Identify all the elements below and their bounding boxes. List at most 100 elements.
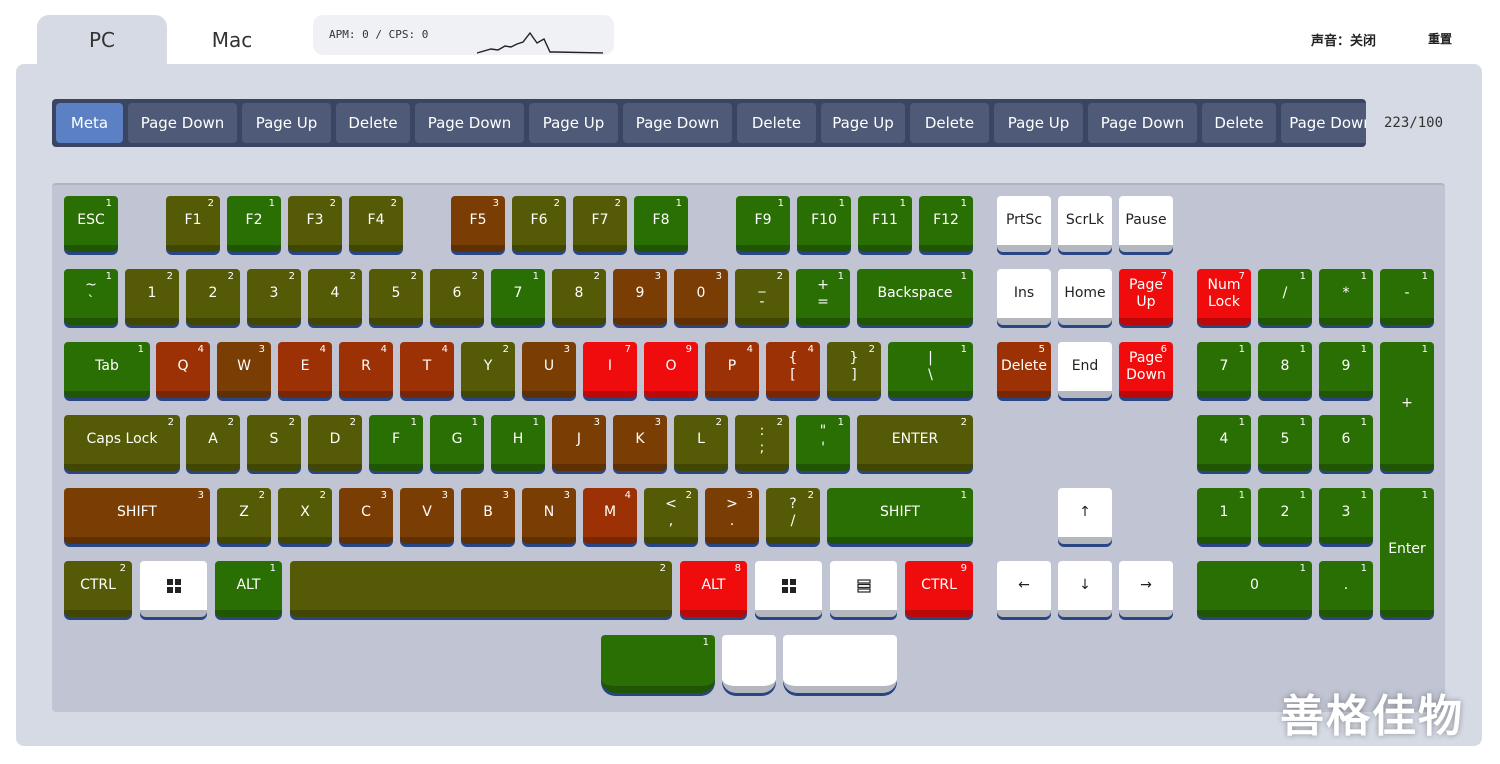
key-j[interactable]: J3 — [552, 415, 606, 471]
key-end[interactable]: End — [1058, 342, 1112, 398]
key-d2[interactable]: 22 — [186, 269, 240, 325]
key-d[interactable]: D2 — [308, 415, 362, 471]
key-npslash[interactable]: /1 — [1258, 269, 1312, 325]
key-mouse-left[interactable]: 1 — [601, 635, 715, 693]
key-y[interactable]: Y2 — [461, 342, 515, 398]
key-slash[interactable]: ? / 2 — [766, 488, 820, 544]
key-z[interactable]: Z2 — [217, 488, 271, 544]
key-right[interactable]: → — [1119, 561, 1173, 617]
key-npminus[interactable]: -1 — [1380, 269, 1434, 325]
key-l[interactable]: L2 — [674, 415, 728, 471]
key-f9[interactable]: F9 1 — [736, 196, 790, 252]
key-np1[interactable]: 11 — [1197, 488, 1251, 544]
key-c[interactable]: C3 — [339, 488, 393, 544]
key-mouse-right[interactable] — [783, 635, 897, 693]
key-rshift[interactable]: SHIFT 1 — [827, 488, 973, 544]
key-q[interactable]: Q4 — [156, 342, 210, 398]
key-n[interactable]: N3 — [522, 488, 576, 544]
key-f3[interactable]: F3 2 — [288, 196, 342, 252]
key-np2[interactable]: 21 — [1258, 488, 1312, 544]
key-d4[interactable]: 42 — [308, 269, 362, 325]
key-f10[interactable]: F10 1 — [797, 196, 851, 252]
key-e[interactable]: E4 — [278, 342, 332, 398]
key-d5[interactable]: 52 — [369, 269, 423, 325]
key-quote[interactable]: " ' 1 — [796, 415, 850, 471]
key-w[interactable]: W3 — [217, 342, 271, 398]
key-d8[interactable]: 82 — [552, 269, 606, 325]
key-v[interactable]: V3 — [400, 488, 454, 544]
key-f7[interactable]: F7 2 — [573, 196, 627, 252]
key-ins[interactable]: Ins — [997, 269, 1051, 325]
key-npplus[interactable]: +1 — [1380, 342, 1434, 471]
key-npenter[interactable]: Enter 1 — [1380, 488, 1434, 617]
key-np4[interactable]: 41 — [1197, 415, 1251, 471]
key-scrlk[interactable]: ScrLk — [1058, 196, 1112, 252]
key-left[interactable]: ← — [997, 561, 1051, 617]
key-d0[interactable]: 03 — [674, 269, 728, 325]
key-x[interactable]: X2 — [278, 488, 332, 544]
key-comma[interactable]: < , 2 — [644, 488, 698, 544]
key-f4[interactable]: F4 2 — [349, 196, 403, 252]
sound-toggle[interactable]: 声音：关闭 — [1311, 30, 1376, 49]
key-tilde[interactable]: ~ ` 1 — [64, 269, 118, 325]
key-b[interactable]: B3 — [461, 488, 515, 544]
key-u[interactable]: U3 — [522, 342, 576, 398]
key-f12[interactable]: F12 1 — [919, 196, 973, 252]
key-np8[interactable]: 81 — [1258, 342, 1312, 398]
key-equal[interactable]: + = 1 — [796, 269, 850, 325]
key-np0[interactable]: 01 — [1197, 561, 1312, 617]
key-np3[interactable]: 31 — [1319, 488, 1373, 544]
key-npdot[interactable]: .1 — [1319, 561, 1373, 617]
key-p[interactable]: P4 — [705, 342, 759, 398]
key-d3[interactable]: 32 — [247, 269, 301, 325]
key-f8[interactable]: F8 1 — [634, 196, 688, 252]
key-up[interactable]: ↑ — [1058, 488, 1112, 544]
key-lwin[interactable] — [140, 561, 207, 617]
key-h[interactable]: H1 — [491, 415, 545, 471]
key-rctrl[interactable]: CTRL 9 — [905, 561, 973, 617]
key-npstar[interactable]: * 1 — [1319, 269, 1373, 325]
key-down[interactable]: ↓ — [1058, 561, 1112, 617]
key-esc[interactable]: ESC 1 — [64, 196, 118, 252]
key-t[interactable]: T4 — [400, 342, 454, 398]
key-enter[interactable]: ENTER 2 — [857, 415, 973, 471]
key-f5[interactable]: F5 3 — [451, 196, 505, 252]
key-k[interactable]: K3 — [613, 415, 667, 471]
key-pgup[interactable]: Page Up 7 — [1119, 269, 1173, 325]
key-backslash[interactable]: | \ 1 — [888, 342, 973, 398]
key-prtsc[interactable]: PrtSc — [997, 196, 1051, 252]
tab-pc[interactable]: PC — [37, 15, 167, 65]
key-pgdn[interactable]: Page Down 6 — [1119, 342, 1173, 398]
key-m[interactable]: M4 — [583, 488, 637, 544]
key-f2[interactable]: F2 1 — [227, 196, 281, 252]
key-g[interactable]: G1 — [430, 415, 484, 471]
key-lshift[interactable]: SHIFT 3 — [64, 488, 210, 544]
key-i[interactable]: I7 — [583, 342, 637, 398]
key-d7[interactable]: 71 — [491, 269, 545, 325]
key-tab[interactable]: Tab 1 — [64, 342, 150, 398]
key-s[interactable]: S2 — [247, 415, 301, 471]
key-np6[interactable]: 61 — [1319, 415, 1373, 471]
key-lctrl[interactable]: CTRL 2 — [64, 561, 132, 617]
key-space[interactable]: 2 — [290, 561, 672, 617]
key-pause[interactable]: Pause — [1119, 196, 1173, 252]
key-home[interactable]: Home — [1058, 269, 1112, 325]
key-delete[interactable]: Delete 5 — [997, 342, 1051, 398]
key-numlock[interactable]: Num Lock 7 — [1197, 269, 1251, 325]
key-f1[interactable]: F1 2 — [166, 196, 220, 252]
key-mouse-middle[interactable] — [722, 635, 776, 693]
reset-button[interactable]: 重置 — [1428, 30, 1452, 47]
tab-mac[interactable]: Mac — [167, 15, 297, 65]
key-ralt[interactable]: ALT 8 — [680, 561, 747, 617]
key-caps[interactable]: Caps Lock 2 — [64, 415, 180, 471]
key-lalt[interactable]: ALT 1 — [215, 561, 282, 617]
key-np7[interactable]: 71 — [1197, 342, 1251, 398]
key-backspace[interactable]: Backspace 1 — [857, 269, 973, 325]
key-r[interactable]: R4 — [339, 342, 393, 398]
key-d1[interactable]: 12 — [125, 269, 179, 325]
key-menu[interactable] — [830, 561, 897, 617]
key-d6[interactable]: 62 — [430, 269, 484, 325]
key-f11[interactable]: F11 1 — [858, 196, 912, 252]
key-rwin[interactable] — [755, 561, 822, 617]
key-period[interactable]: > . 3 — [705, 488, 759, 544]
